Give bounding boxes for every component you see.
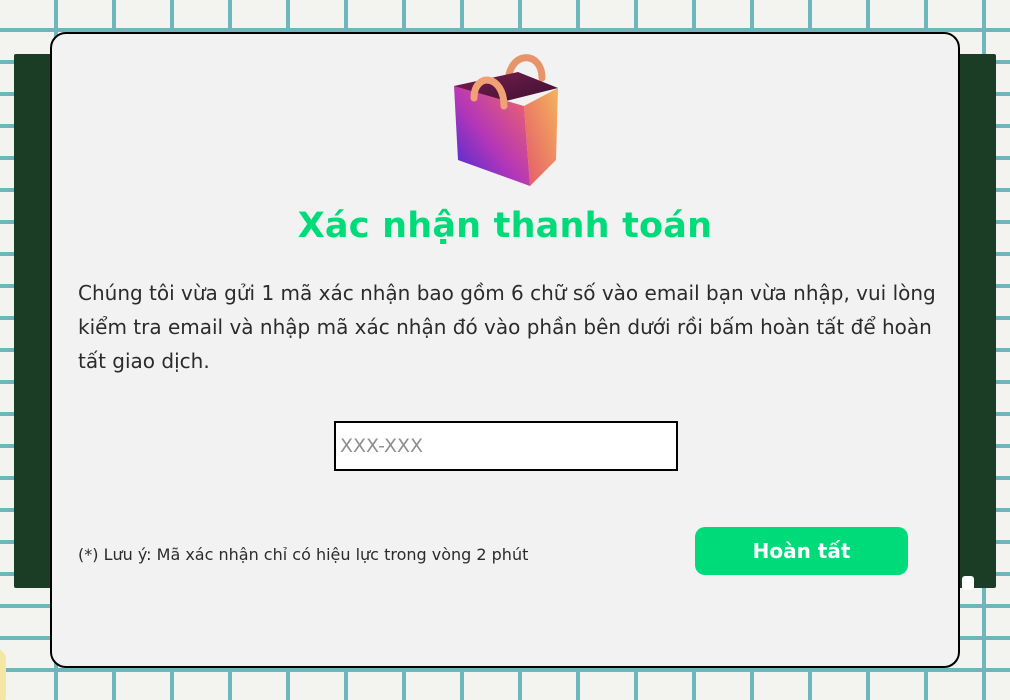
decorative-chalk: [962, 576, 974, 590]
decorative-lamp: [0, 648, 6, 700]
instructions-text: Chúng tôi vừa gửi 1 mã xác nhận bao gồm …: [78, 281, 936, 373]
verification-code-input[interactable]: [334, 421, 678, 471]
shopping-bag-icon: [448, 44, 568, 188]
page-title: Xác nhận thanh toán: [297, 206, 713, 246]
complete-button[interactable]: Hoàn tất: [695, 527, 908, 575]
payment-confirmation-dialog: Xác nhận thanh toán Chúng tôi vừa gửi 1 …: [50, 32, 960, 668]
expiry-note: (*) Lưu ý: Mã xác nhận chỉ có hiệu lực t…: [78, 545, 529, 564]
